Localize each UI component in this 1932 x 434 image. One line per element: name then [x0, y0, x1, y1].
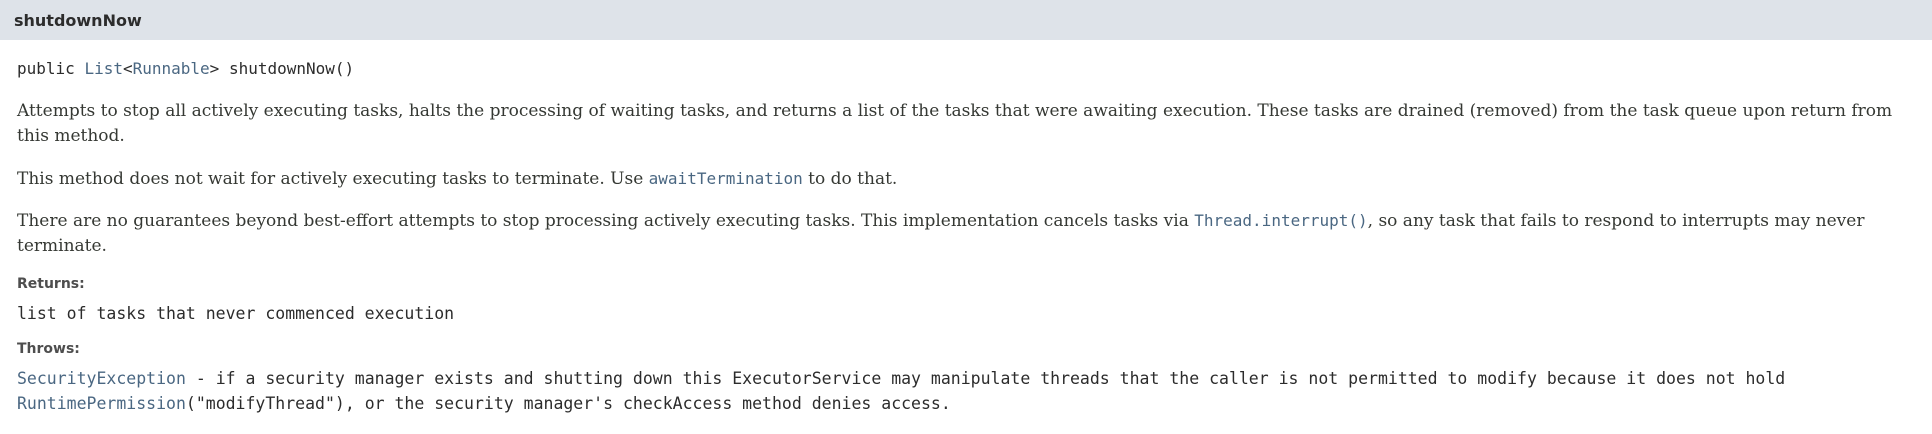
- throws-text-after: ("modifyThread"), or the security manage…: [185, 394, 951, 413]
- returns-label: Returns:: [17, 276, 85, 292]
- p2-text-after: to do that.: [802, 169, 898, 189]
- description-paragraph-2: This method does not wait for actively e…: [17, 166, 1907, 192]
- signature-modifier: public: [17, 59, 75, 78]
- type-close: >: [209, 59, 220, 78]
- runnable-type-link[interactable]: Runnable: [133, 59, 210, 78]
- p3-text-before: There are no guarantees beyond best-effo…: [17, 211, 1195, 231]
- list-type-link[interactable]: List: [84, 59, 123, 78]
- description-paragraph-3: There are no guarantees beyond best-effo…: [17, 208, 1907, 259]
- throws-label: Throws:: [17, 341, 80, 357]
- method-header-bar: shutdownNow: [0, 0, 1932, 40]
- thread-interrupt-link[interactable]: Thread.interrupt(): [1194, 211, 1367, 230]
- method-signature: public List<Runnable> shutdownNow(): [17, 57, 354, 81]
- method-title: shutdownNow: [14, 10, 142, 30]
- throws-description: SecurityException - if a security manage…: [17, 366, 1917, 416]
- returns-value: list of tasks that never commenced execu…: [17, 304, 455, 323]
- p2-text-before: This method does not wait for actively e…: [17, 169, 649, 189]
- type-open: <: [122, 59, 133, 78]
- security-exception-link[interactable]: SecurityException: [17, 369, 186, 388]
- await-termination-link[interactable]: awaitTermination: [649, 169, 803, 188]
- runtime-permission-link[interactable]: RuntimePermission: [17, 394, 186, 413]
- throws-text-before: - if a security manager exists and shutt…: [185, 369, 1786, 388]
- description-paragraph-1: Attempts to stop all actively executing …: [17, 101, 1893, 146]
- signature-method: shutdownNow(): [228, 59, 355, 78]
